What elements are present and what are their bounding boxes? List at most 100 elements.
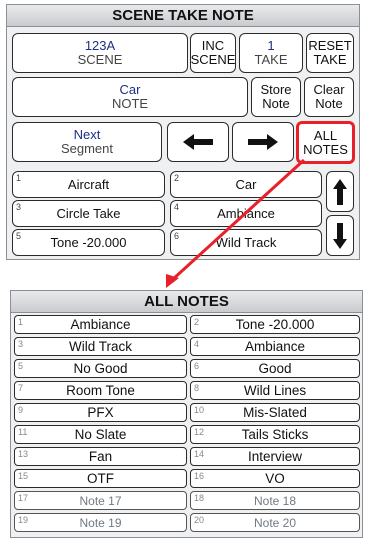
clear-note-bottom: Note [315,96,343,111]
note-number: 11 [18,427,28,437]
slot-label: Car [235,177,257,192]
all-notes-item-19[interactable]: 19 Note 19 [14,513,187,532]
arrow-up-icon [333,178,347,205]
note-label: Note 18 [253,493,297,508]
note-slot-4[interactable]: 4 Ambiance [170,200,322,227]
store-note-button[interactable]: Store Note [251,77,301,117]
slot-label: Aircraft [67,177,110,192]
arrow-down-icon [333,222,347,249]
note-slot-5[interactable]: 5 Tone -20.000 [12,229,165,256]
note-number: 14 [194,449,205,459]
note-label: Tails Sticks [241,427,309,442]
note-number: 9 [18,405,24,415]
note-slot-6[interactable]: 6 Wild Track [170,229,322,256]
all-notes-item-3[interactable]: 3 Wild Track [14,337,187,356]
slot-number: 5 [16,231,22,241]
all-notes-item-14[interactable]: 14 Interview [190,447,360,466]
clear-note-top: Clear [313,82,345,97]
next-segment-top: Next [73,127,101,142]
reset-take-top: RESET [308,38,352,53]
all-notes-panel: ALL NOTES 1 Ambiance 2 Tone -20.000 3 Wild Tr… [10,290,363,538]
slot-number: 6 [174,231,180,241]
note-number: 10 [194,405,205,415]
scene-field[interactable]: 123A SCENE [12,33,188,73]
note-label: VO [265,471,285,486]
all-notes-item-11[interactable]: 11 No Slate [14,425,187,444]
take-field[interactable]: 1 TAKE [239,33,303,73]
all-notes-item-5[interactable]: 5 No Good [14,359,187,378]
note-number: 4 [194,339,200,349]
note-label: Tone -20.000 [235,317,315,332]
slot-label: Circle Take [56,206,121,221]
note-number: 6 [194,361,200,371]
scroll-down-button[interactable] [326,215,354,256]
note-number: 17 [18,493,29,503]
note-field[interactable]: Car NOTE [12,77,248,117]
note-label: Wild Track [68,339,132,354]
all-notes-item-7[interactable]: 7 Room Tone [14,381,187,400]
note-label: Note 19 [79,515,122,530]
clear-note-button[interactable]: Clear Note [304,77,354,117]
all-notes-item-6[interactable]: 6 Good [190,359,360,378]
note-label: Note 17 [79,493,122,508]
all-notes-item-17[interactable]: 17 Note 17 [14,491,187,510]
all-notes-button[interactable]: ALL NOTES [296,121,355,164]
slot-label: Tone -20.000 [50,235,127,250]
take-value: 1 [267,38,275,53]
note-label: Room Tone [66,383,135,398]
note-number: 8 [194,383,200,393]
note-label: OTF [87,471,114,486]
next-segment-bottom: Segment [60,141,114,156]
scene-label: SCENE [77,52,123,67]
note-number: 7 [18,383,24,393]
note-number: 19 [18,515,29,525]
note-number: 16 [194,471,205,481]
next-segment-button[interactable]: Next Segment [12,122,162,162]
all-notes-item-9[interactable]: 9 PFX [14,403,187,422]
note-slot-3[interactable]: 3 Circle Take [12,200,165,227]
note-slot-2[interactable]: 2 Car [170,171,322,198]
all-notes-item-2[interactable]: 2 Tone -20.000 [190,315,360,334]
note-number: 2 [194,317,200,327]
slot-number: 1 [16,173,22,183]
all-notes-item-4[interactable]: 4 Ambiance [190,337,360,356]
all-notes-item-12[interactable]: 12 Tails Sticks [190,425,360,444]
note-label: Ambiance [244,339,306,354]
inc-scene-button[interactable]: INC SCENE [190,33,236,73]
previous-arrow-button[interactable] [167,122,229,162]
all-notes-item-15[interactable]: 15 OTF [14,469,187,488]
all-notes-item-16[interactable]: 16 VO [190,469,360,488]
note-number: 15 [18,471,29,481]
arrow-right-icon [248,134,278,150]
note-value: Car [119,82,141,97]
slot-number: 3 [16,202,22,212]
inc-scene-top: INC [201,38,225,53]
note-number: 12 [194,427,205,437]
panel-title: SCENE TAKE NOTE [7,5,359,27]
scene-value: 123A [84,38,116,53]
take-label: TAKE [254,52,288,67]
arrow-left-icon [183,134,213,150]
note-number: 18 [194,493,205,503]
all-notes-item-10[interactable]: 10 Mis-Slated [190,403,360,422]
all-notes-item-13[interactable]: 13 Fan [14,447,187,466]
scroll-up-button[interactable] [326,171,354,212]
all-notes-item-8[interactable]: 8 Wild Lines [190,381,360,400]
note-label: Wild Lines [243,383,307,398]
all-notes-item-18[interactable]: 18 Note 18 [190,491,360,510]
note-slot-1[interactable]: 1 Aircraft [12,171,165,198]
store-note-bottom: Note [262,96,290,111]
note-label: Interview [247,449,303,464]
reset-take-button[interactable]: RESET TAKE [306,33,354,73]
all-notes-bottom: NOTES [303,141,348,157]
note-label: NOTE [111,96,149,111]
slot-number: 4 [174,202,180,212]
all-notes-item-20[interactable]: 20 Note 20 [190,513,360,532]
all-notes-item-1[interactable]: 1 Ambiance [14,315,187,334]
all-notes-title: ALL NOTES [11,291,362,313]
slot-number: 2 [174,173,180,183]
slot-label: Wild Track [215,235,277,250]
note-number: 20 [194,515,205,525]
note-label: No Slate [74,427,127,442]
next-arrow-button[interactable] [232,122,294,162]
